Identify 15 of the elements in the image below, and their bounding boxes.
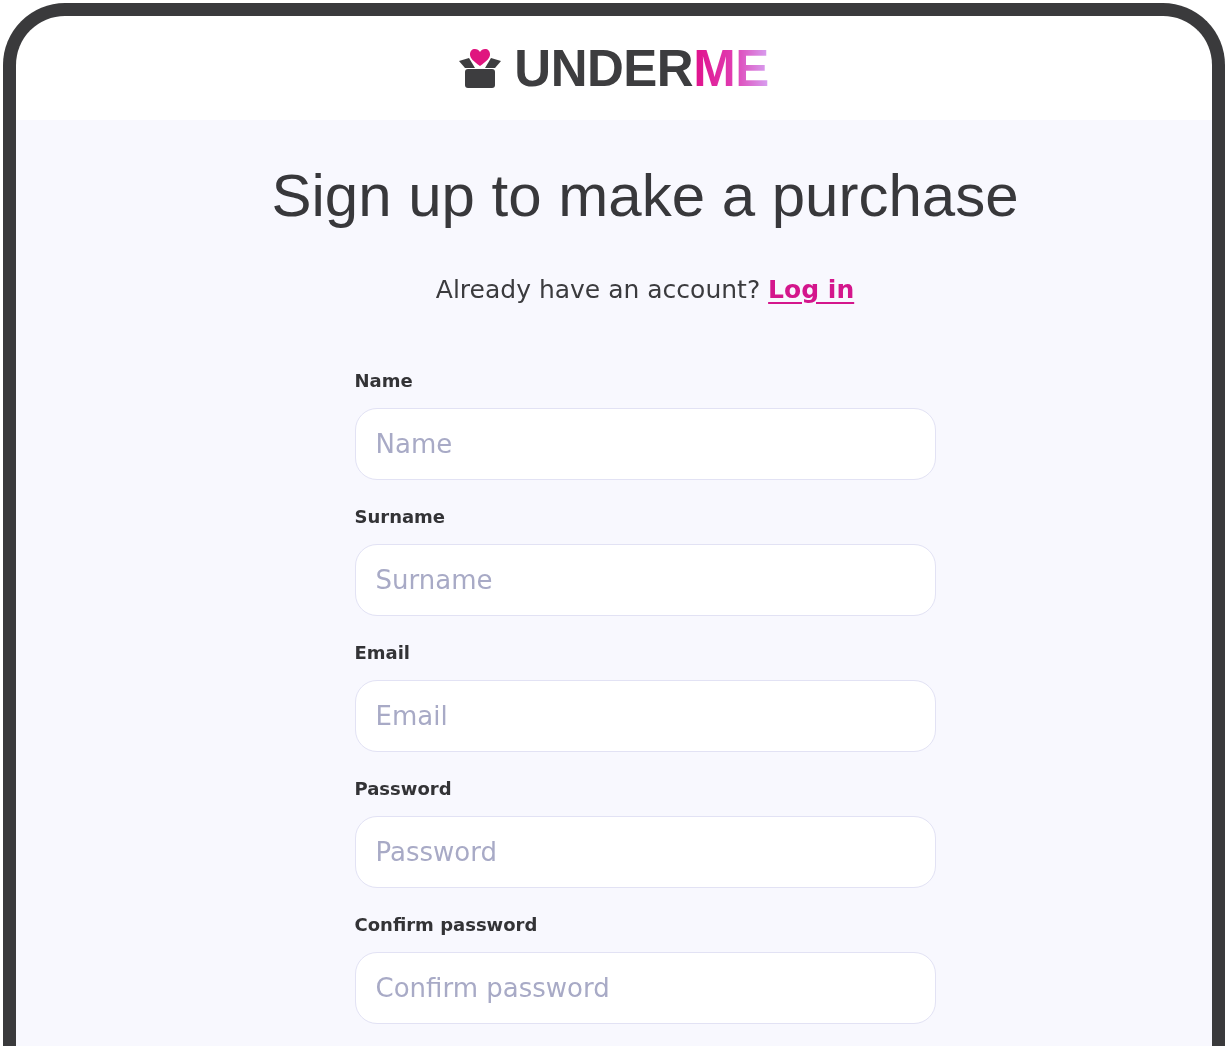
input-field[interactable]: Surname	[354, 544, 936, 616]
field-label: Email	[354, 642, 411, 664]
input-field[interactable]: Password	[354, 816, 936, 888]
input-field[interactable]: Name	[354, 408, 936, 480]
field-label: Surname	[354, 506, 446, 528]
field-label: Confirm password	[354, 914, 538, 936]
login-link[interactable]: Log in	[768, 275, 855, 304]
field-label: Name	[354, 370, 413, 392]
logo-wordmark: UNDERME	[514, 42, 769, 94]
login-prompt: Already have an account? Log in	[435, 275, 855, 305]
input-field[interactable]: Confirm password	[354, 952, 936, 1024]
page-title: Sign up to make a purchase	[271, 161, 1019, 231]
input-field[interactable]: Email	[354, 680, 936, 752]
box-with-heart-icon	[459, 48, 502, 88]
field-label: Password	[354, 778, 452, 800]
